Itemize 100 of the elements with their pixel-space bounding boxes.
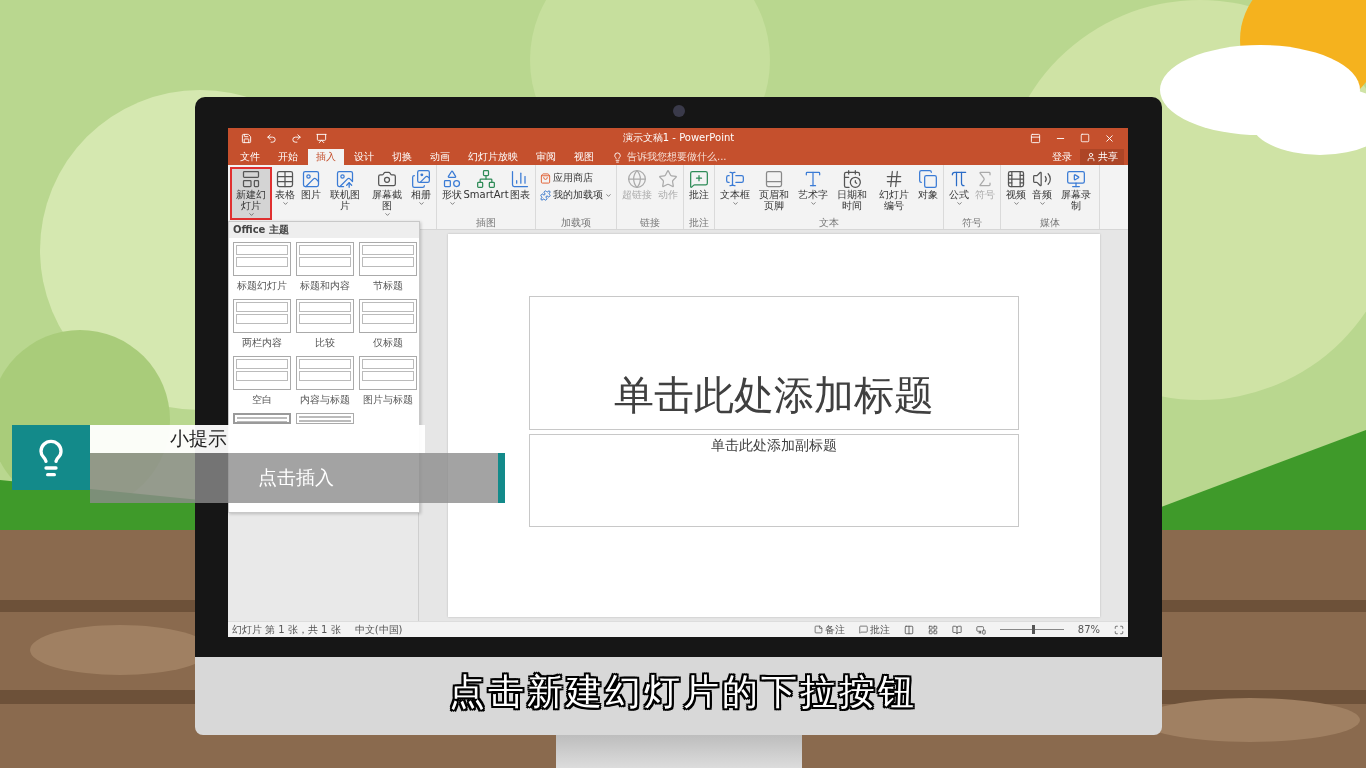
caret-icon (1038, 200, 1046, 207)
ribbon-tab[interactable]: 切换 (384, 149, 420, 165)
reading-view-icon[interactable] (951, 624, 962, 635)
shapes-icon (442, 169, 462, 189)
comment-icon (689, 169, 709, 189)
group-label: 媒体 (1039, 217, 1061, 229)
tip-text: 点击插入 (90, 453, 505, 503)
slide-count: 幻灯片 第 1 张，共 1 张 (232, 622, 341, 637)
ribbon-button[interactable]: 图片 (298, 167, 324, 202)
ribbon-tab[interactable]: 动画 (422, 149, 458, 165)
video-subtitle: 点击新建幻灯片的下拉按钮 (449, 670, 917, 714)
layout-label: 两栏内容 (242, 336, 282, 350)
ribbon-tab[interactable]: 审阅 (528, 149, 564, 165)
text-box-icon (725, 169, 745, 189)
layout-label: 空白 (252, 393, 272, 407)
ribbon-tab[interactable]: 设计 (346, 149, 382, 165)
zoom-thumb[interactable] (1031, 625, 1035, 634)
sign-in-link[interactable]: 登录 (1046, 149, 1078, 165)
caret-icon (1012, 200, 1020, 207)
globe-icon (627, 169, 647, 189)
ribbon-button[interactable]: 批注 (686, 167, 712, 202)
caret-icon (605, 191, 612, 199)
caret-icon (731, 200, 739, 207)
ribbon-button[interactable]: 艺术字 (795, 167, 831, 209)
layout-thumbnail[interactable] (296, 242, 354, 276)
caret-icon (809, 200, 817, 207)
group-label: 批注 (688, 217, 710, 229)
layout-thumbnail[interactable] (359, 242, 417, 276)
ribbon-button[interactable]: 公式 (946, 167, 972, 209)
layout-thumbnail[interactable] (233, 413, 291, 424)
tip-heading: 小提示 (90, 425, 425, 453)
note-icon (813, 625, 823, 634)
ribbon-button[interactable]: 表格 (272, 167, 298, 209)
ribbon-tab[interactable]: 视图 (566, 149, 602, 165)
language-label: 中文(中国) (354, 622, 403, 637)
pi-icon (949, 169, 969, 189)
ribbon-button[interactable]: 应用商店 (538, 171, 614, 185)
images-icon (411, 169, 431, 189)
ribbon-button[interactable]: 新建幻灯片 (230, 167, 272, 220)
layout-label: 比较 (315, 336, 335, 350)
layout-thumbnail[interactable] (296, 356, 354, 390)
ribbon-button[interactable]: 屏幕录制 (1055, 167, 1097, 213)
puzzle-icon (540, 189, 551, 201)
zoom-reading: 87% (1077, 624, 1100, 635)
ribbon-button[interactable]: 对象 (915, 167, 941, 202)
share-button[interactable]: 共享 (1080, 149, 1124, 165)
ribbon-button[interactable]: SmartArt (465, 167, 507, 202)
page-footer-icon (764, 169, 784, 189)
ribbon-button[interactable]: 页眉和页脚 (753, 167, 795, 213)
layout-label: 标题幻灯片 (237, 279, 287, 293)
lightbulb-icon (612, 152, 623, 163)
ribbon-button[interactable]: 屏幕截图 (366, 167, 408, 220)
ribbon-button[interactable]: 相册 (408, 167, 434, 209)
group-label: 插图 (475, 217, 497, 229)
subtitle-placeholder[interactable]: 单击此处添加副标题 (528, 434, 1019, 527)
tell-me-field[interactable]: 告诉我您想要做什么... (625, 147, 769, 165)
slideshow-icon[interactable] (975, 624, 986, 635)
ribbon-button[interactable]: 联机图片 (324, 167, 366, 213)
layout-thumbnail[interactable] (296, 299, 354, 333)
layout-label: 节标题 (373, 279, 403, 293)
shopping-bag-icon (540, 172, 551, 184)
layout-label: 仅标题 (373, 336, 403, 350)
ribbon-button[interactable]: 我的加载项 (538, 188, 614, 202)
camera-icon (673, 105, 685, 117)
group-label: 链接 (639, 217, 661, 229)
grid-view-icon[interactable] (927, 624, 938, 635)
ribbon-button[interactable]: 形状 (439, 167, 465, 209)
film-icon (1006, 169, 1026, 189)
copy-icon (918, 169, 938, 189)
title-placeholder[interactable]: 单击此处添加标题 (528, 296, 1019, 430)
layout-thumbnail[interactable] (233, 356, 291, 390)
ribbon-button[interactable]: 视频 (1003, 167, 1029, 209)
fit-icon[interactable] (1114, 624, 1124, 635)
layout-thumbnail[interactable] (233, 242, 291, 276)
diagram-icon (476, 169, 496, 189)
normal-view-icon[interactable] (903, 624, 914, 635)
image-upload-icon (335, 169, 355, 189)
menu-heading: Office 主题 (229, 222, 419, 238)
ribbon-tab[interactable]: 幻灯片放映 (460, 149, 526, 165)
ribbon-tab[interactable]: 文件 (232, 149, 268, 165)
ribbon-tab[interactable]: 开始 (270, 149, 306, 165)
caret-icon (281, 200, 289, 207)
layout-thumbnail[interactable] (359, 356, 417, 390)
comments-button[interactable]: 批注 (858, 622, 890, 637)
caret-icon (448, 200, 456, 207)
ribbon-button[interactable]: 音频 (1029, 167, 1055, 209)
hash-icon (884, 169, 904, 189)
layout-thumbnail[interactable] (359, 299, 417, 333)
ribbon-button[interactable]: 文本框 (717, 167, 753, 209)
bar-chart-icon (510, 169, 530, 189)
layout-label: 标题和内容 (300, 279, 350, 293)
layout-label: 内容与标题 (300, 393, 350, 407)
group-label: 文本 (818, 217, 840, 229)
ribbon-button[interactable]: 幻灯片编号 (873, 167, 915, 213)
layout-thumbnail[interactable] (296, 413, 354, 424)
notes-button[interactable]: 备注 (813, 622, 845, 637)
layout-thumbnail[interactable] (233, 299, 291, 333)
table-icon (275, 169, 295, 189)
ribbon-tab[interactable]: 插入 (308, 149, 344, 165)
ribbon-button[interactable]: 日期和时间 (831, 167, 873, 213)
